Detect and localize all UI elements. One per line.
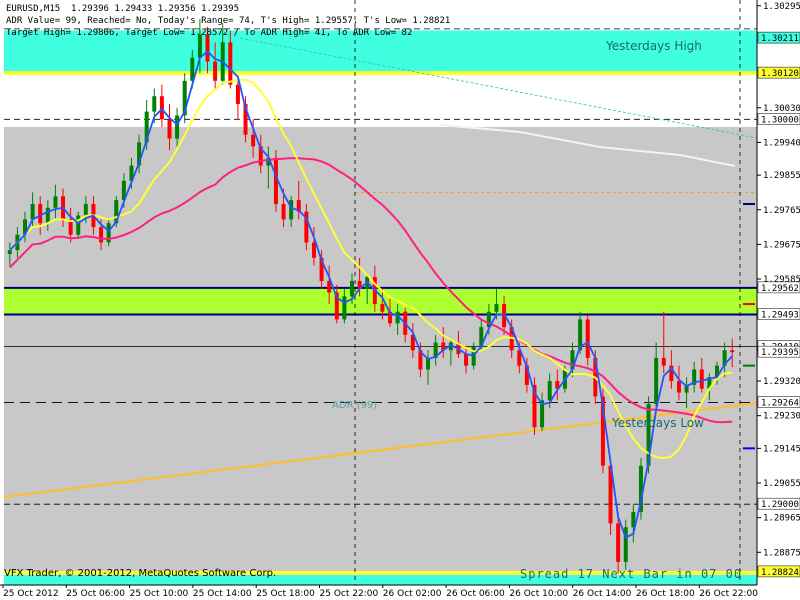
chart-window: Yesterdays High Yesterdays Low ADR (99) 1.3… (0, 0, 800, 600)
yesterdays-low-label: Yesterdays Low (611, 416, 704, 430)
candle-body (349, 280, 354, 297)
candle-body (654, 357, 659, 405)
price-tag-label: 1.28824 (761, 568, 799, 578)
candle-body (152, 96, 157, 112)
price-tag-label: 1.29264 (761, 399, 799, 409)
level-marker (743, 303, 755, 306)
time-tick-label: 25 Oct 2012 (3, 589, 59, 599)
range-zone (4, 127, 757, 572)
price-chart[interactable]: Yesterdays High Yesterdays Low ADR (99) 1.3… (0, 0, 800, 600)
candle-body (45, 207, 50, 224)
candle-body (281, 203, 286, 220)
price-tick-label: 1.29675 (763, 240, 800, 250)
time-tick-label: 26 Oct 02:00 (383, 589, 442, 599)
symbol-info: EURUSD,M15 1.29396 1.29433 1.29356 1.293… (6, 4, 239, 14)
price-tick-label: 1.29320 (763, 377, 800, 387)
candle-body (730, 350, 735, 353)
price-tag-label: 1.30120 (761, 69, 799, 79)
candle-body (251, 134, 256, 147)
price-tick-label: 1.29765 (763, 206, 800, 216)
price-tick-label: 1.30295 (763, 2, 800, 12)
candle-body (83, 203, 88, 216)
candle-body (676, 381, 681, 393)
time-tick-label: 26 Oct 06:00 (446, 589, 505, 599)
time-tick-label: 25 Oct 14:00 (193, 589, 252, 599)
candle-body (289, 200, 294, 220)
price-tick-label: 1.29855 (763, 171, 800, 181)
price-tag-label: 1.29493 (761, 310, 799, 320)
candle-body (76, 215, 81, 235)
candle-body (311, 242, 316, 258)
candle-body (228, 42, 233, 85)
level-marker (743, 202, 755, 205)
candle-body (616, 523, 621, 562)
price-tick-label: 1.29055 (763, 479, 800, 489)
price-tag-label: 1.29000 (761, 500, 799, 510)
price-tag-label: 1.29562 (761, 284, 799, 294)
price-tick-label: 1.28875 (763, 548, 800, 558)
price-tag-label: 1.30000 (761, 115, 799, 125)
candle-body (380, 304, 385, 312)
price-tag-label: 1.29395 (761, 348, 799, 358)
time-tick-label: 26 Oct 10:00 (509, 589, 568, 599)
price-tick-label: 1.29230 (763, 412, 800, 422)
level-marker (743, 447, 755, 450)
candle-body (167, 119, 172, 139)
time-tick-label: 25 Oct 22:00 (320, 589, 379, 599)
candle-body (7, 250, 12, 255)
candle-body (53, 196, 58, 208)
candle-body (99, 227, 104, 243)
candle-body (585, 319, 590, 358)
price-tick-label: 1.30030 (763, 104, 800, 114)
adr-label: ADR (99) (332, 400, 377, 411)
candle-body (547, 381, 552, 401)
price-tick-label: 1.29940 (763, 138, 800, 148)
candle-body (661, 357, 666, 366)
copyright-text: VFX Trader, © 2001-2012, MetaQuotes Soft… (4, 568, 277, 579)
spread-timer: Spread 17 Next Bar in 07 00 (520, 567, 743, 581)
candle-body (699, 369, 704, 389)
yesterday-high-line (4, 71, 757, 76)
adr-info: ADR Value= 99, Reached= No, Today's Rang… (6, 16, 451, 26)
time-tick-label: 25 Oct 18:00 (256, 589, 315, 599)
time-tick-label: 26 Oct 18:00 (636, 589, 695, 599)
candle-body (342, 296, 347, 320)
candle-body (235, 84, 240, 104)
target-info: Target High= 1.29806, Target Low= 1.2857… (6, 28, 413, 38)
candle-body (30, 203, 35, 220)
time-tick-label: 26 Oct 22:00 (699, 589, 758, 599)
yesterdays-high-label: Yesterdays High (605, 39, 702, 53)
candle-body (213, 61, 218, 81)
level-marker (743, 364, 755, 367)
candle-body (175, 115, 180, 139)
candle-body (464, 354, 469, 366)
time-tick-label: 25 Oct 06:00 (66, 589, 125, 599)
time-tick-label: 25 Oct 10:00 (130, 589, 189, 599)
price-tag-label: 1.30211 (761, 34, 799, 44)
price-tick-label: 1.28965 (763, 514, 800, 524)
price-tick-label: 1.29145 (763, 444, 800, 454)
candle-body (38, 203, 43, 224)
time-tick-label: 26 Oct 14:00 (573, 589, 632, 599)
candle-body (494, 304, 499, 312)
